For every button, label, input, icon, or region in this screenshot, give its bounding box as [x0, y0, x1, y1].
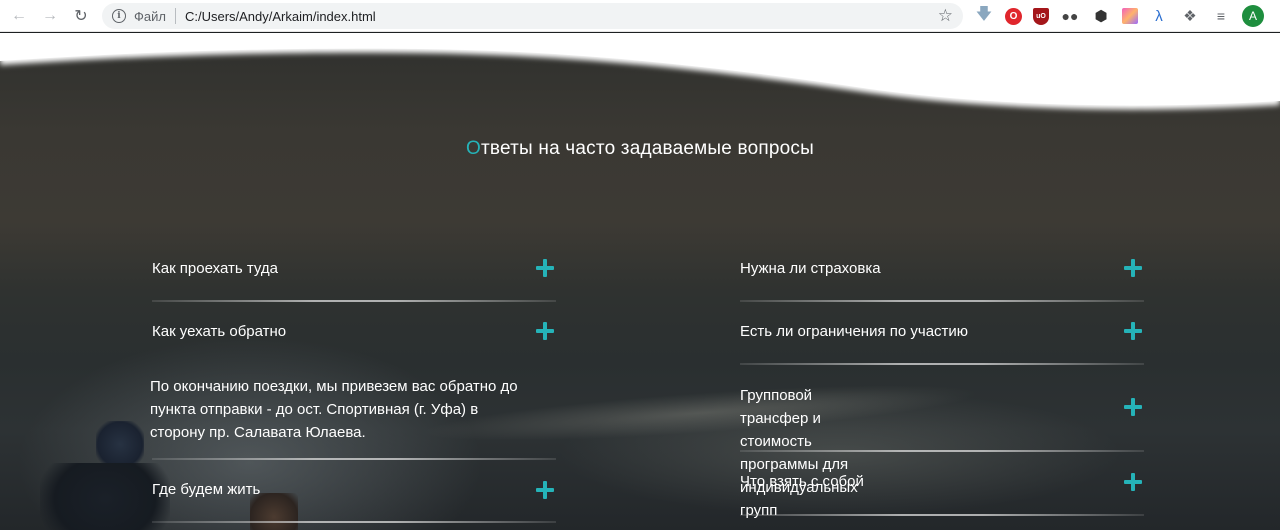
faq-question[interactable]: Где будем жить — [152, 481, 260, 498]
faq-divider — [152, 521, 556, 523]
cube-extension-icon[interactable]: ⬢ — [1091, 6, 1111, 26]
faq-title: Ответы на часто задаваемые вопросы — [0, 138, 1280, 160]
faq-divider — [152, 458, 556, 460]
bookmark-star-icon[interactable]: ☆ — [938, 6, 953, 26]
plus-icon[interactable] — [1124, 322, 1142, 340]
faq-section: Ответы на часто задаваемые вопросы Как п… — [0, 33, 1280, 530]
forward-arrow-icon[interactable]: → — [39, 5, 61, 27]
faq-divider — [740, 450, 1144, 452]
background-person-second — [250, 493, 298, 530]
reload-icon[interactable]: ↻ — [70, 5, 92, 27]
faq-question[interactable]: Как проехать туда — [152, 260, 278, 277]
scheme-label: Файл — [134, 8, 166, 24]
plus-icon[interactable] — [536, 322, 554, 340]
plus-icon[interactable] — [1124, 398, 1142, 416]
faq-question[interactable]: Нужна ли страховка — [740, 260, 881, 277]
gradient-extension-icon[interactable] — [1122, 8, 1138, 24]
faq-answer-line: сторону пр. Салавата Юлаева. — [150, 424, 366, 441]
faq-question[interactable]: Как уехать обратно — [152, 323, 286, 340]
plus-icon[interactable] — [536, 259, 554, 277]
faq-question[interactable]: Что взять с собой — [740, 473, 864, 490]
ublock-shield-icon[interactable]: uO — [1033, 7, 1049, 25]
extensions-puzzle-icon[interactable]: ❖ — [1180, 6, 1200, 26]
faq-title-accent: О — [466, 138, 482, 159]
faq-answer-line: пункта отправки - до ост. Спортивная (г.… — [150, 401, 479, 418]
nav-buttons: ← → ↻ — [8, 5, 92, 27]
faq-question-multiline[interactable]: Групповой трансфер и стоимость программы… — [740, 384, 858, 522]
faq-answer: По окончанию поездки, мы привезем вас об… — [150, 375, 518, 444]
media-queue-icon[interactable]: ≡ — [1211, 6, 1231, 26]
url-separator — [174, 8, 176, 24]
browser-toolbar: ← → ↻ i Файл C:/Users/Andy/Arkaim/index.… — [0, 0, 1280, 32]
balls-extension-icon[interactable]: ●● — [1060, 6, 1080, 26]
faq-question[interactable]: Есть ли ограничения по участию — [740, 323, 968, 340]
ublock-label: uO — [1036, 12, 1046, 20]
faq-answer-line: По окончанию поездки, мы привезем вас об… — [150, 378, 518, 395]
profile-initial: A — [1248, 9, 1257, 23]
background-person-body — [40, 463, 170, 530]
extensions-bar: 🡇 O uO ●● ⬢ λ ❖ ≡ A — [974, 4, 1264, 28]
plus-icon[interactable] — [1124, 259, 1142, 277]
faq-divider — [740, 363, 1144, 365]
plus-icon[interactable] — [536, 481, 554, 499]
faq-question-line: Групповой трансфер и стоимость — [740, 387, 821, 450]
faq-title-rest: тветы на часто задаваемые вопросы — [481, 138, 814, 159]
info-icon[interactable]: i — [112, 9, 126, 23]
back-arrow-icon[interactable]: ← — [8, 5, 30, 27]
address-bar[interactable]: i Файл C:/Users/Andy/Arkaim/index.html ☆ — [102, 3, 963, 29]
profile-avatar[interactable]: A — [1242, 5, 1264, 27]
top-wave-divider — [0, 33, 1280, 110]
faq-divider — [740, 300, 1144, 302]
download-arrow-icon[interactable]: 🡇 — [974, 6, 994, 26]
url-text[interactable]: C:/Users/Andy/Arkaim/index.html — [185, 9, 376, 24]
faq-divider — [740, 514, 1144, 516]
plus-icon[interactable] — [1124, 473, 1142, 491]
acrobat-extension-icon[interactable]: λ — [1149, 6, 1169, 26]
opera-extension-icon[interactable]: O — [1005, 7, 1022, 25]
faq-divider — [152, 300, 556, 302]
